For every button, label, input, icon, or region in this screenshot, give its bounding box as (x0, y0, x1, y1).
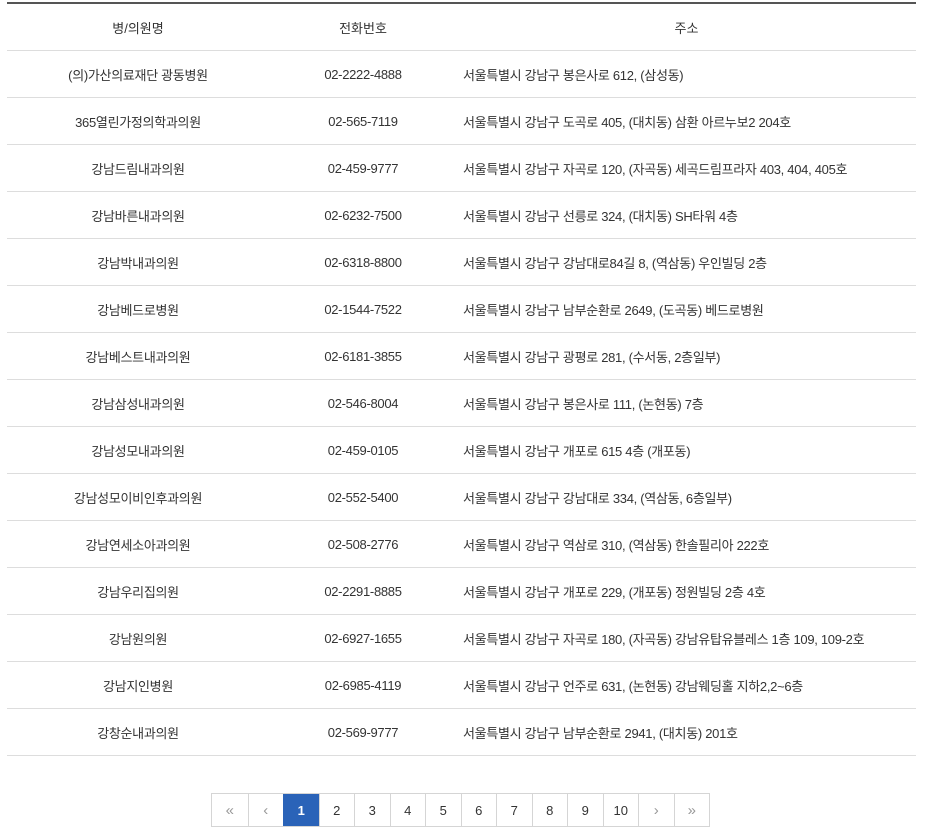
page-button-10[interactable]: 10 (602, 794, 638, 826)
page-button-5[interactable]: 5 (425, 794, 461, 826)
hospital-phone: 02-6318-8800 (269, 238, 457, 286)
table-row: 강남우리집의원 02-2291-8885 서울특별시 강남구 개포로 229, … (7, 567, 916, 615)
table-row: 강창순내과의원 02-569-9777 서울특별시 강남구 남부순환로 2941… (7, 708, 916, 756)
table-row: 강남지인병원 02-6985-4119 서울특별시 강남구 언주로 631, (… (7, 661, 916, 709)
table-row: 강남드림내과의원 02-459-9777 서울특별시 강남구 자곡로 120, … (7, 144, 916, 192)
hospital-phone: 02-6181-3855 (269, 332, 457, 380)
table-row: 강남삼성내과의원 02-546-8004 서울특별시 강남구 봉은사로 111,… (7, 379, 916, 427)
hospital-name: 강창순내과의원 (7, 708, 269, 756)
hospital-address: 서울특별시 강남구 강남대로 334, (역삼동, 6층일부) (457, 473, 916, 521)
hospital-phone: 02-2291-8885 (269, 567, 457, 615)
first-page-button[interactable]: « (212, 794, 248, 826)
hospital-address: 서울특별시 강남구 봉은사로 111, (논현동) 7층 (457, 379, 916, 427)
hospital-phone: 02-569-9777 (269, 708, 457, 756)
hospital-phone: 02-459-9777 (269, 144, 457, 192)
hospital-address: 서울특별시 강남구 남부순환로 2649, (도곡동) 베드로병원 (457, 285, 916, 333)
table-row: 강남원의원 02-6927-1655 서울특별시 강남구 자곡로 180, (자… (7, 614, 916, 662)
hospital-name: 강남박내과의원 (7, 238, 269, 286)
hospital-address: 서울특별시 강남구 역삼로 310, (역삼동) 한솔필리아 222호 (457, 520, 916, 568)
hospital-phone: 02-2222-4888 (269, 50, 457, 98)
hospital-phone: 02-552-5400 (269, 473, 457, 521)
hospital-address: 서울특별시 강남구 도곡로 405, (대치동) 삼환 아르누보2 204호 (457, 97, 916, 145)
hospital-address: 서울특별시 강남구 언주로 631, (논현동) 강남웨딩홀 지하2,2~6층 (457, 661, 916, 709)
hospital-phone: 02-6232-7500 (269, 191, 457, 239)
table-row: 강남박내과의원 02-6318-8800 서울특별시 강남구 강남대로84길 8… (7, 238, 916, 286)
table-row: (의)가산의료재단 광동병원 02-2222-4888 서울특별시 강남구 봉은… (7, 50, 916, 98)
hospital-phone: 02-459-0105 (269, 426, 457, 474)
hospital-address: 서울특별시 강남구 강남대로84길 8, (역삼동) 우인빌딩 2층 (457, 238, 916, 286)
table-row: 365열린가정의학과의원 02-565-7119 서울특별시 강남구 도곡로 4… (7, 97, 916, 145)
hospital-phone: 02-565-7119 (269, 97, 457, 145)
hospital-address: 서울특별시 강남구 봉은사로 612, (삼성동) (457, 50, 916, 98)
table-row: 강남연세소아과의원 02-508-2776 서울특별시 강남구 역삼로 310,… (7, 520, 916, 568)
table-row: 강남베드로병원 02-1544-7522 서울특별시 강남구 남부순환로 264… (7, 285, 916, 333)
header-address: 주소 (457, 3, 916, 51)
hospital-address: 서울특별시 강남구 자곡로 180, (자곡동) 강남유탑유블레스 1층 109… (457, 614, 916, 662)
hospital-phone: 02-6927-1655 (269, 614, 457, 662)
hospital-name: 강남우리집의원 (7, 567, 269, 615)
table-header-row: 병/의원명 전화번호 주소 (7, 3, 916, 51)
hospital-name: 강남바른내과의원 (7, 191, 269, 239)
next-page-button[interactable]: › (638, 794, 674, 826)
hospital-address: 서울특별시 강남구 개포로 615 4층 (개포동) (457, 426, 916, 474)
header-name: 병/의원명 (7, 3, 269, 51)
hospital-address: 서울특별시 강남구 광평로 281, (수서동, 2층일부) (457, 332, 916, 380)
hospital-phone: 02-1544-7522 (269, 285, 457, 333)
table-row: 강남성모내과의원 02-459-0105 서울특별시 강남구 개포로 615 4… (7, 426, 916, 474)
page-button-4[interactable]: 4 (389, 794, 425, 826)
page-button-3[interactable]: 3 (354, 794, 390, 826)
page-button-8[interactable]: 8 (531, 794, 567, 826)
header-phone: 전화번호 (269, 3, 457, 51)
page-button-9[interactable]: 9 (567, 794, 603, 826)
hospital-name: 365열린가정의학과의원 (7, 97, 269, 145)
hospital-name: 강남지인병원 (7, 661, 269, 709)
hospital-name: 강남원의원 (7, 614, 269, 662)
hospital-name: 강남베스트내과의원 (7, 332, 269, 380)
hospital-address: 서울특별시 강남구 자곡로 120, (자곡동) 세곡드림프라자 403, 40… (457, 144, 916, 192)
prev-page-button[interactable]: ‹ (247, 794, 283, 826)
hospital-name: 강남성모내과의원 (7, 426, 269, 474)
hospital-name: 강남드림내과의원 (7, 144, 269, 192)
pagination: « ‹ 1 2 3 4 5 6 7 8 9 10 › » (211, 793, 710, 827)
table-row: 강남바른내과의원 02-6232-7500 서울특별시 강남구 선릉로 324,… (7, 191, 916, 239)
hospital-address: 서울특별시 강남구 선릉로 324, (대치동) SH타워 4층 (457, 191, 916, 239)
hospital-name: 강남삼성내과의원 (7, 379, 269, 427)
page-button-6[interactable]: 6 (460, 794, 496, 826)
hospital-name: 강남베드로병원 (7, 285, 269, 333)
page: 병/의원명 전화번호 주소 (의)가산의료재단 광동병원 02-2222-488… (0, 0, 925, 840)
hospital-phone: 02-6985-4119 (269, 661, 457, 709)
hospital-address: 서울특별시 강남구 개포로 229, (개포동) 정원빌딩 2층 4호 (457, 567, 916, 615)
hospital-name: (의)가산의료재단 광동병원 (7, 50, 269, 98)
table-row: 강남베스트내과의원 02-6181-3855 서울특별시 강남구 광평로 281… (7, 332, 916, 380)
hospital-table: 병/의원명 전화번호 주소 (의)가산의료재단 광동병원 02-2222-488… (7, 2, 916, 756)
hospital-phone: 02-508-2776 (269, 520, 457, 568)
page-button-7[interactable]: 7 (496, 794, 532, 826)
page-button-1[interactable]: 1 (283, 794, 319, 826)
hospital-phone: 02-546-8004 (269, 379, 457, 427)
hospital-name: 강남연세소아과의원 (7, 520, 269, 568)
hospital-name: 강남성모이비인후과의원 (7, 473, 269, 521)
hospital-address: 서울특별시 강남구 남부순환로 2941, (대치동) 201호 (457, 708, 916, 756)
table-row: 강남성모이비인후과의원 02-552-5400 서울특별시 강남구 강남대로 3… (7, 473, 916, 521)
last-page-button[interactable]: » (673, 794, 709, 826)
page-button-2[interactable]: 2 (318, 794, 354, 826)
